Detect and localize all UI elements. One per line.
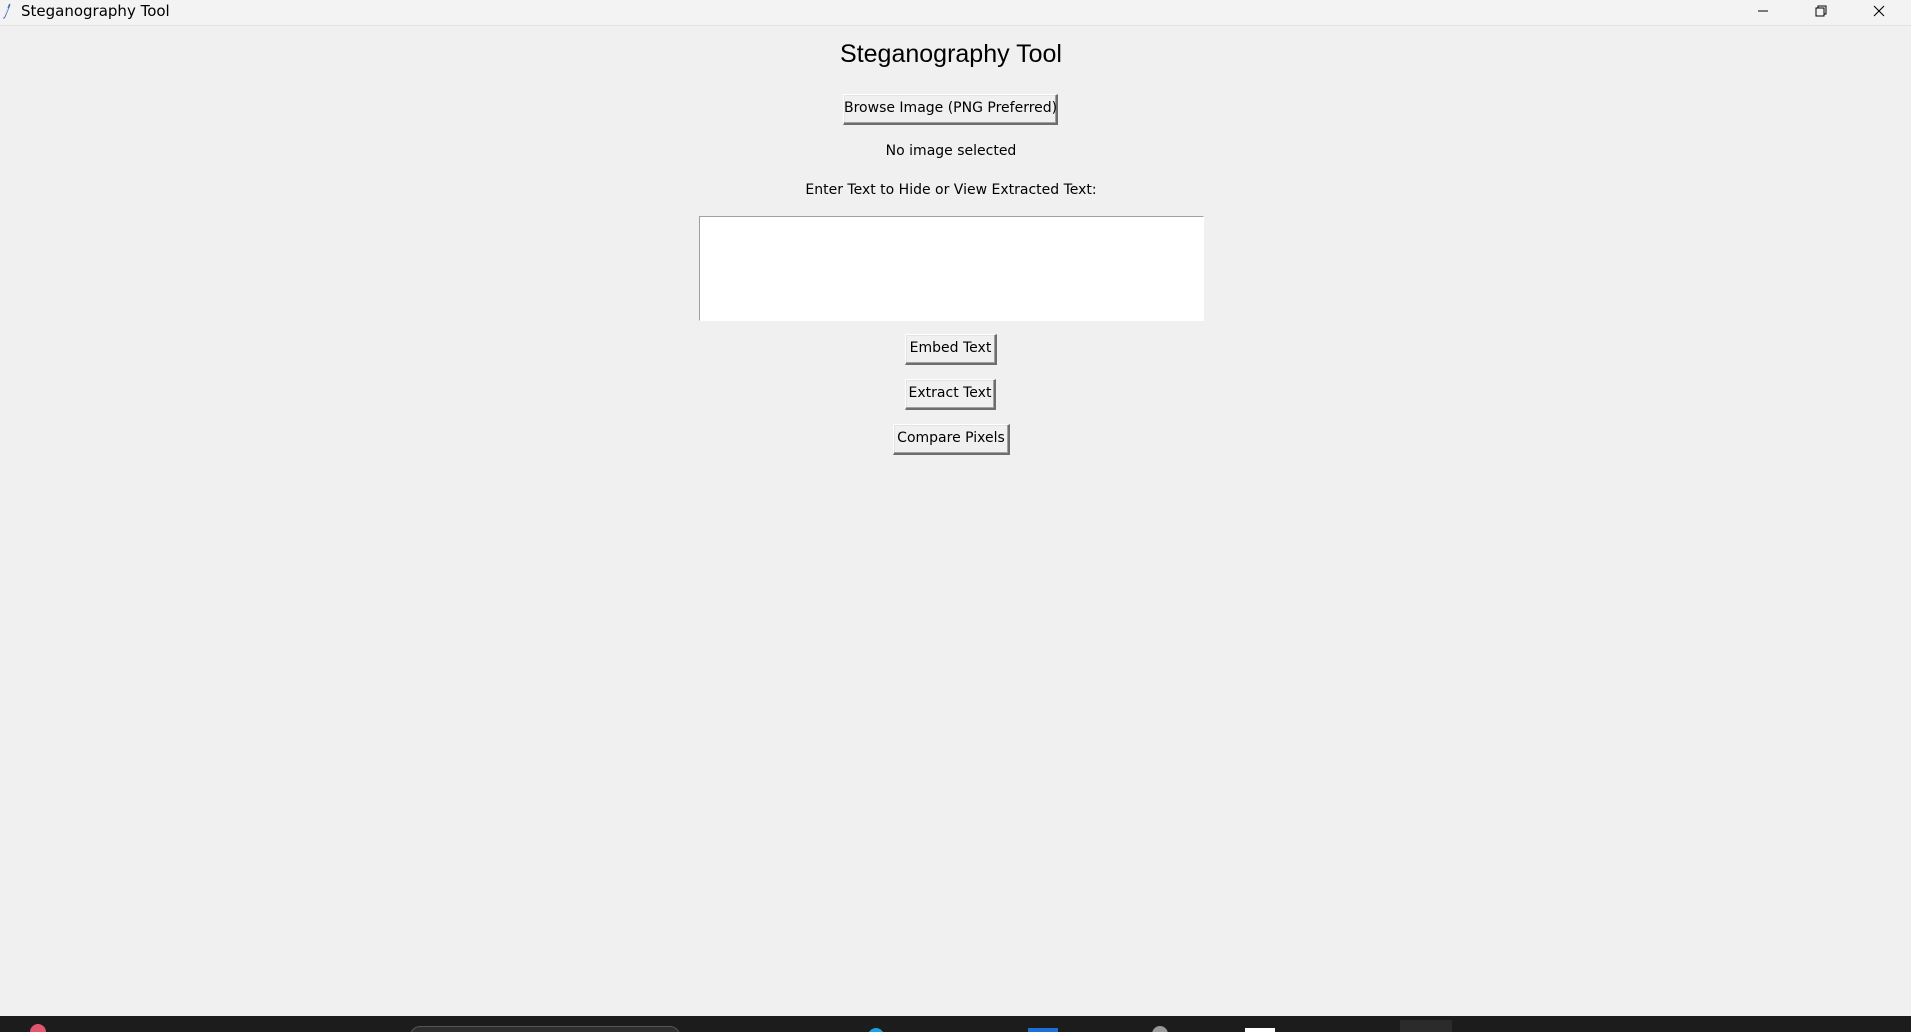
message-text-area[interactable] bbox=[699, 216, 1204, 321]
active-app-indicator[interactable] bbox=[1400, 1020, 1452, 1032]
restore-icon bbox=[1815, 5, 1827, 17]
weather-icon[interactable] bbox=[30, 1024, 46, 1032]
browser-icon[interactable] bbox=[868, 1028, 884, 1032]
close-icon bbox=[1873, 5, 1885, 17]
feather-icon bbox=[0, 2, 14, 20]
browse-image-button[interactable]: Browse Image (PNG Preferred) bbox=[843, 94, 1058, 125]
window-title: Steganography Tool bbox=[21, 2, 170, 20]
minimize-icon bbox=[1758, 10, 1768, 12]
explorer-icon[interactable] bbox=[1245, 1028, 1275, 1032]
embed-text-button[interactable]: Embed Text bbox=[905, 334, 997, 365]
page-title: Steganography Tool bbox=[840, 40, 1062, 68]
app-window: Steganography Tool Steganography Tool Br… bbox=[0, 0, 1911, 1016]
image-status-label: No image selected bbox=[885, 143, 1017, 159]
mail-icon[interactable] bbox=[1028, 1028, 1058, 1032]
text-prompt-label: Enter Text to Hide or View Extracted Tex… bbox=[805, 182, 1097, 198]
taskbar bbox=[0, 1016, 1911, 1032]
title-bar[interactable]: Steganography Tool bbox=[0, 0, 1911, 26]
close-button[interactable] bbox=[1850, 0, 1908, 24]
minimize-button[interactable] bbox=[1734, 0, 1792, 24]
compare-pixels-button[interactable]: Compare Pixels bbox=[893, 424, 1010, 455]
search-box[interactable] bbox=[410, 1026, 680, 1032]
restore-button[interactable] bbox=[1792, 0, 1850, 24]
extract-text-button[interactable]: Extract Text bbox=[905, 379, 996, 410]
app-taskbar-icon[interactable] bbox=[1152, 1026, 1168, 1032]
